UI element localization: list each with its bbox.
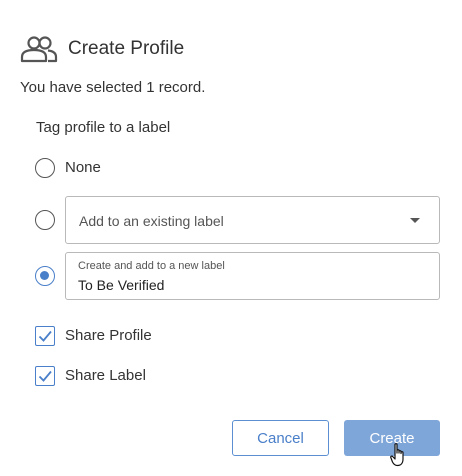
dialog-header: Create Profile — [20, 34, 184, 64]
checkmark-icon — [38, 370, 52, 382]
hand-cursor-icon — [390, 443, 404, 467]
existing-label-dropdown[interactable]: Add to an existing label — [65, 196, 440, 244]
share-label-label[interactable]: Share Label — [65, 367, 146, 384]
checkmark-icon — [38, 330, 52, 342]
existing-label-placeholder: Add to an existing label — [79, 213, 224, 229]
tag-label-heading: Tag profile to a label — [36, 119, 171, 136]
page-title: Create Profile — [68, 38, 185, 59]
new-label-field[interactable]: Create and add to a new label To Be Veri… — [65, 252, 440, 300]
radio-none-label[interactable]: None — [65, 159, 101, 176]
caret-down-icon — [410, 218, 420, 223]
radio-new-label[interactable] — [35, 266, 55, 286]
cancel-button[interactable]: Cancel — [232, 420, 329, 456]
share-label-checkbox[interactable] — [35, 366, 55, 386]
new-label-input[interactable]: To Be Verified — [78, 277, 164, 293]
new-label-floating-label: Create and add to a new label — [78, 260, 225, 272]
radio-none[interactable] — [35, 158, 55, 178]
selection-summary: You have selected 1 record. — [20, 79, 206, 96]
share-profile-checkbox[interactable] — [35, 326, 55, 346]
share-profile-label[interactable]: Share Profile — [65, 327, 152, 344]
radio-existing-label[interactable] — [35, 210, 55, 230]
people-icon — [20, 36, 58, 63]
